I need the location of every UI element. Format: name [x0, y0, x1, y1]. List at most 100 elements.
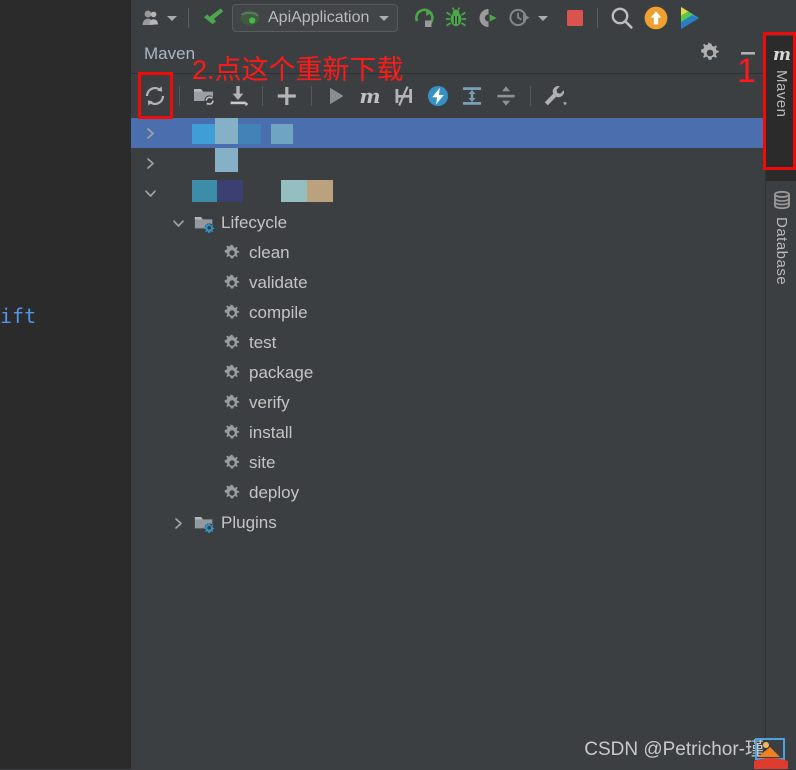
svg-text:m: m	[359, 84, 380, 108]
bug-icon	[446, 7, 467, 27]
expand-all-button[interactable]	[455, 79, 489, 113]
folder-gear-icon	[194, 516, 214, 533]
run-button[interactable]	[408, 3, 440, 33]
annotation-label-step-1: 1	[737, 52, 756, 90]
chevron-down-icon	[379, 15, 390, 21]
mosaic-block	[217, 180, 243, 202]
gear-icon	[224, 334, 240, 349]
folder-gear-icon	[193, 213, 215, 233]
avatar-dropdown[interactable]	[137, 3, 181, 33]
redacted-content	[159, 148, 419, 178]
tree-node-compile[interactable]: compile	[131, 298, 765, 328]
redacted-content	[159, 118, 419, 148]
tree-node-site[interactable]: site	[131, 448, 765, 478]
collapse-all-button[interactable]	[489, 79, 523, 113]
folder-gear-icon	[193, 513, 215, 533]
update-project-button[interactable]	[639, 3, 673, 33]
redacted-project-row-3[interactable]	[131, 178, 765, 208]
profile-button[interactable]	[504, 3, 552, 33]
editor-area-remnant: ift	[0, 0, 131, 769]
maven-tool-window-title: Maven	[144, 44, 196, 63]
tree-twisty-collapsed[interactable]	[169, 514, 187, 532]
maven-tool-window: Maven m Lifecycle clean validate compile…	[131, 36, 765, 770]
reload-all-maven-projects-button[interactable]	[138, 79, 172, 113]
chevron-right-icon	[174, 517, 182, 529]
tree-node-plugins[interactable]: Plugins	[131, 508, 765, 538]
toggle-offline-mode-button[interactable]	[421, 79, 455, 113]
toolbar-separator-1	[188, 8, 189, 28]
gear-icon	[221, 273, 243, 293]
stripe-tab-database-label: Database	[773, 217, 790, 286]
redacted-project-row-1[interactable]	[131, 118, 765, 148]
stripe-tab-database[interactable]: Database	[766, 181, 796, 341]
wrench-icon	[544, 86, 567, 106]
run-with-coverage-button[interactable]	[472, 3, 504, 33]
gear-icon	[224, 244, 240, 259]
folder-gear-icon	[194, 216, 214, 233]
tree-twisty-expanded[interactable]	[141, 184, 159, 202]
offline-bolt-icon	[428, 86, 448, 106]
tree-node-package[interactable]: package	[131, 358, 765, 388]
redacted-project-row-2[interactable]	[131, 148, 765, 178]
tree-twisty-none	[197, 424, 215, 442]
run-configuration-label: ApiApplication	[268, 9, 370, 26]
csdn-watermark: CSDN @Petrichor-瑾	[584, 739, 764, 760]
chevron-right-icon	[146, 157, 154, 169]
up-arrow-circle-icon	[645, 6, 668, 30]
chevron-right-icon	[146, 127, 154, 139]
tree-twisty-none	[197, 394, 215, 412]
tree-node-label: site	[249, 453, 276, 472]
ide-features-button[interactable]	[673, 3, 707, 33]
tree-node-clean[interactable]: clean	[131, 238, 765, 268]
mosaic-block	[271, 124, 293, 144]
gear-icon	[224, 364, 240, 379]
database-icon	[773, 190, 790, 210]
maven-projects-tree[interactable]: Lifecycle clean validate compile test package…	[131, 118, 765, 770]
tree-node-lifecycle[interactable]: Lifecycle	[131, 208, 765, 238]
spring-boot-icon	[240, 10, 260, 26]
gear-icon	[224, 394, 240, 409]
tree-twisty-expanded[interactable]	[169, 214, 187, 232]
csdn-logo-icon	[754, 738, 788, 769]
tree-node-label: Plugins	[221, 513, 277, 532]
tree-twisty-collapsed[interactable]	[141, 154, 159, 172]
tree-node-label: package	[249, 363, 314, 382]
tree-twisty-none	[197, 334, 215, 352]
main-toolbar: ApiApplication	[131, 0, 796, 36]
tree-node-test[interactable]: test	[131, 328, 765, 358]
gear-icon	[224, 424, 240, 439]
coverage-icon	[479, 9, 498, 27]
tree-node-install[interactable]: install	[131, 418, 765, 448]
chevron-down-icon	[172, 219, 184, 227]
run-configuration-selector[interactable]: ApiApplication	[232, 4, 399, 32]
tree-node-verify[interactable]: verify	[131, 388, 765, 418]
stop-button[interactable]	[560, 3, 590, 33]
mosaic-block	[215, 118, 238, 144]
toolbar-separator-2	[597, 8, 599, 28]
tree-twisty-none	[197, 244, 215, 262]
build-hammer-button[interactable]	[196, 3, 230, 33]
tree-node-deploy[interactable]: deploy	[131, 478, 765, 508]
chevron-down-icon	[144, 189, 156, 197]
gear-icon	[224, 454, 240, 469]
stripe-tab-maven[interactable]: m Maven	[766, 36, 796, 181]
refresh-icon	[145, 86, 165, 106]
debug-button[interactable]	[440, 3, 472, 33]
redacted-content	[159, 178, 419, 208]
tree-node-validate[interactable]: validate	[131, 268, 765, 298]
gear-icon	[224, 484, 240, 499]
tree-node-label: verify	[249, 393, 290, 412]
stop-square-icon	[567, 10, 584, 26]
maven-settings-wrench-button[interactable]	[538, 79, 572, 113]
search-everywhere-button[interactable]	[605, 3, 639, 33]
user-icon	[142, 10, 158, 25]
gear-icon	[221, 303, 243, 323]
annotation-label-step-2: 2.点这个重新下载	[192, 55, 404, 85]
rerun-icon	[415, 8, 435, 27]
maven-settings-button[interactable]	[699, 42, 721, 69]
tree-twisty-none	[197, 304, 215, 322]
gear-icon	[701, 42, 719, 60]
tree-twisty-collapsed[interactable]	[141, 124, 159, 142]
collapse-all-icon	[497, 86, 515, 106]
maven-toolbar-separator-1	[179, 86, 180, 106]
